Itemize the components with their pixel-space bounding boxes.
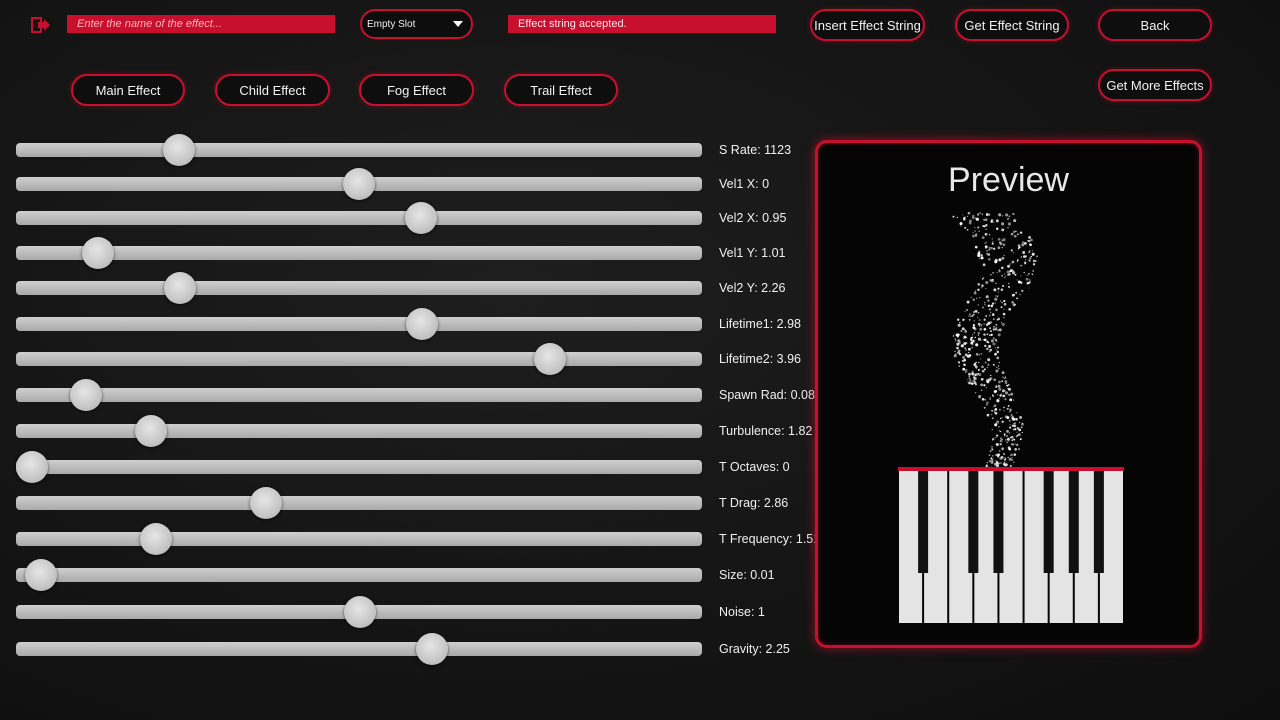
slider-t-octaves[interactable] xyxy=(15,451,702,483)
slider-track[interactable] xyxy=(16,317,702,331)
slider-track[interactable] xyxy=(16,143,702,157)
slider-lifetime1[interactable] xyxy=(16,308,702,340)
slider-track[interactable] xyxy=(16,246,702,260)
slider-thumb[interactable] xyxy=(344,596,377,628)
slider-label-vel1-x: Vel1 X: 0 xyxy=(719,177,770,191)
piano-keyboard-image xyxy=(898,467,1124,623)
slider-label-lifetime2: Lifetime2: 3.96 xyxy=(719,352,801,366)
slider-track[interactable] xyxy=(16,496,702,510)
slider-thumb[interactable] xyxy=(534,343,567,375)
slider-thumb[interactable] xyxy=(163,272,196,304)
slider-thumb[interactable] xyxy=(405,202,438,234)
chevron-down-icon xyxy=(453,21,463,27)
slider-track[interactable] xyxy=(16,388,702,402)
slider-track[interactable] xyxy=(16,211,702,225)
slider-track[interactable] xyxy=(16,281,702,295)
slider-thumb[interactable] xyxy=(81,237,114,269)
status-message: Effect string accepted. xyxy=(508,15,776,33)
slot-dropdown[interactable]: Empty Slot xyxy=(360,9,473,39)
slider-spawn-rad[interactable] xyxy=(16,379,702,411)
slider-track[interactable] xyxy=(16,642,702,656)
slot-dropdown-value: Empty Slot xyxy=(367,18,416,30)
slider-thumb[interactable] xyxy=(15,451,48,483)
slider-label-size: Size: 0.01 xyxy=(719,568,775,582)
slider-label-vel1-y: Vel1 Y: 1.01 xyxy=(719,246,786,260)
slider-t-drag[interactable] xyxy=(16,487,702,519)
slider-track[interactable] xyxy=(16,532,702,546)
slider-noise[interactable] xyxy=(16,596,702,628)
slider-label-spawn-rad: Spawn Rad: 0.08 xyxy=(719,388,815,402)
slider-thumb[interactable] xyxy=(249,487,282,519)
slider-vel2-x[interactable] xyxy=(16,202,702,234)
slider-thumb[interactable] xyxy=(163,134,196,166)
effect-name-input[interactable] xyxy=(67,15,335,33)
slider-thumb[interactable] xyxy=(416,633,449,665)
tab-fog-effect[interactable]: Fog Effect xyxy=(359,74,474,106)
insert-effect-string-button[interactable]: Insert Effect String xyxy=(810,9,925,41)
slider-label-t-octaves: T Octaves: 0 xyxy=(719,460,790,474)
slider-thumb[interactable] xyxy=(343,168,375,200)
slider-label-s-rate: S Rate: 1123 xyxy=(719,143,792,157)
slider-t-frequency[interactable] xyxy=(16,523,702,555)
get-more-effects-button[interactable]: Get More Effects xyxy=(1098,69,1212,101)
slider-thumb[interactable] xyxy=(25,559,58,591)
slider-label-t-drag: T Drag: 2.86 xyxy=(719,496,789,510)
tab-trail-effect[interactable]: Trail Effect xyxy=(504,74,618,106)
back-button[interactable]: Back xyxy=(1098,9,1212,41)
tab-main-effect[interactable]: Main Effect xyxy=(71,74,185,106)
slider-label-gravity: Gravity: 2.25 xyxy=(719,642,790,656)
slider-track[interactable] xyxy=(16,352,702,366)
slider-label-noise: Noise: 1 xyxy=(719,605,765,619)
get-effect-string-button[interactable]: Get Effect String xyxy=(955,9,1069,41)
slider-vel1-x[interactable] xyxy=(16,168,702,200)
slider-s-rate[interactable] xyxy=(16,134,702,166)
slider-label-vel2-y: Vel2 Y: 2.26 xyxy=(719,281,786,295)
slider-label-lifetime1: Lifetime1: 2.98 xyxy=(719,317,801,331)
slider-vel1-y[interactable] xyxy=(16,237,702,269)
slider-vel2-y[interactable] xyxy=(16,272,702,304)
slider-gravity[interactable] xyxy=(16,633,702,665)
slider-thumb[interactable] xyxy=(69,379,102,411)
slider-track[interactable] xyxy=(16,568,702,582)
slider-size[interactable] xyxy=(16,559,702,591)
tab-child-effect[interactable]: Child Effect xyxy=(215,74,330,106)
slider-label-vel2-x: Vel2 X: 0.95 xyxy=(719,211,787,225)
slider-thumb[interactable] xyxy=(139,523,172,555)
slider-track[interactable] xyxy=(16,460,702,474)
slider-label-t-frequency: T Frequency: 1.51 xyxy=(719,532,821,546)
slider-track[interactable] xyxy=(16,424,702,438)
preview-panel: Preview xyxy=(815,140,1202,648)
slider-lifetime2[interactable] xyxy=(16,343,702,375)
slider-turbulence[interactable] xyxy=(16,415,702,447)
exit-icon[interactable] xyxy=(30,14,52,36)
slider-label-turbulence: Turbulence: 1.82 xyxy=(719,424,813,438)
slider-thumb[interactable] xyxy=(135,415,168,447)
slider-thumb[interactable] xyxy=(406,308,439,340)
